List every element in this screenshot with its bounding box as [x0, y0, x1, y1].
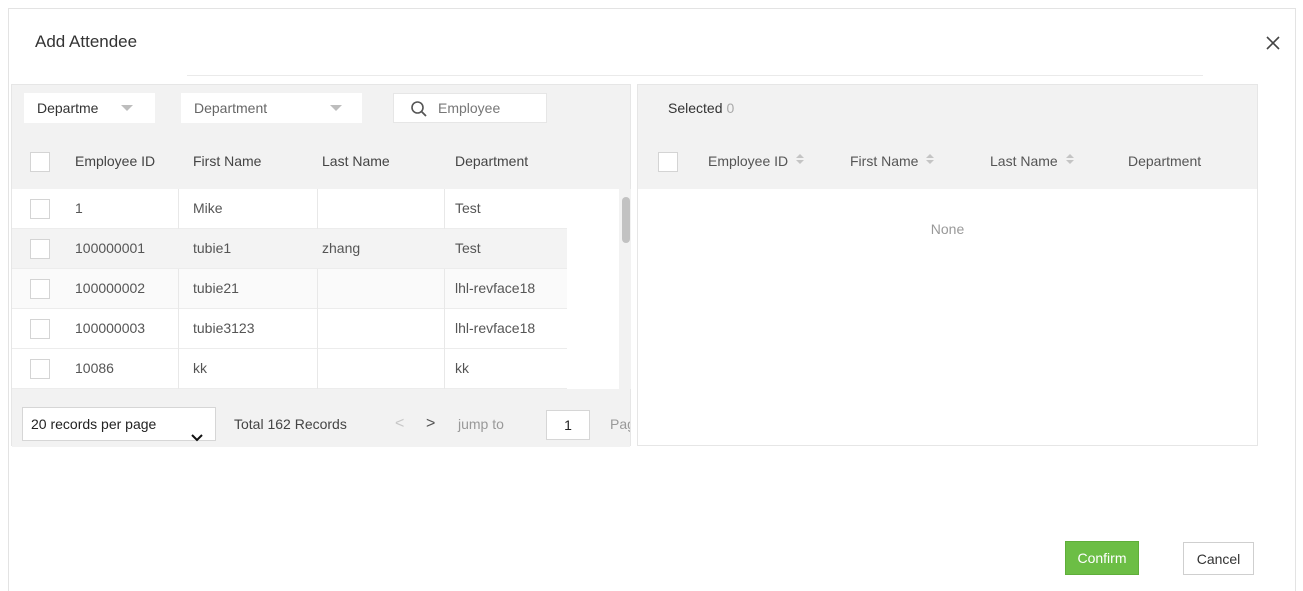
table-body-filler [567, 189, 619, 389]
dialog-title: Add Attendee [35, 32, 138, 51]
department-select-value: Department [194, 100, 268, 116]
employee-list-panel: Departme Department Employee ID First Na… [11, 84, 631, 447]
sort-icon[interactable] [1065, 154, 1074, 166]
header-first-name[interactable]: First Name [193, 153, 261, 169]
cell-department: lhl-revface18 [455, 320, 536, 336]
header-last-name[interactable]: Last Name [322, 153, 390, 169]
employee-table: Employee ID First Name Last Name Departm… [12, 135, 567, 389]
table-row[interactable]: 10086 kk kk [12, 349, 567, 389]
close-icon[interactable] [1265, 35, 1281, 51]
column-divider [444, 349, 445, 389]
selected-header-bar: Selected 0 [638, 85, 1257, 135]
selected-header-first-name[interactable]: First Name [850, 153, 935, 169]
selected-employees-panel: Selected 0 Employee ID First Name Last Na… [637, 84, 1258, 446]
field-select[interactable]: Departme [24, 93, 155, 123]
next-page-button[interactable]: > [426, 415, 435, 433]
chevron-down-icon [191, 421, 203, 453]
selected-header-first-name-label: First Name [850, 153, 919, 169]
employee-search [393, 93, 547, 123]
cell-department: Test [455, 240, 481, 256]
page-label: Page [610, 416, 630, 432]
column-divider [317, 309, 318, 349]
table-row[interactable]: 100000001 tubie1 zhang Test [12, 229, 567, 269]
column-divider [444, 189, 445, 229]
selected-header-employee-id[interactable]: Employee ID [708, 153, 805, 169]
selected-table-header: Employee ID First Name Last Name Departm… [638, 135, 1257, 189]
pagination-bar: 20 records per page Total 162 Records < … [12, 389, 630, 447]
jump-to-label: jump to [458, 416, 504, 432]
selected-header-employee-id-label: Employee ID [708, 153, 789, 169]
row-checkbox[interactable] [30, 359, 50, 379]
header-employee-id[interactable]: Employee ID [75, 153, 155, 169]
column-divider [444, 309, 445, 349]
scrollbar-thumb[interactable] [622, 197, 630, 243]
cell-department: Test [455, 200, 481, 216]
cell-employee-id: 100000002 [75, 280, 146, 296]
sort-icon[interactable] [796, 154, 805, 166]
selected-header-department[interactable]: Department [1128, 153, 1201, 169]
column-divider [178, 349, 179, 389]
column-divider [317, 189, 318, 229]
select-all-checkbox[interactable] [30, 152, 50, 172]
title-divider [187, 75, 1203, 76]
confirm-button[interactable]: Confirm [1065, 541, 1139, 575]
column-divider [178, 309, 179, 349]
cell-first-name: Mike [193, 200, 223, 216]
select-all-selected-checkbox[interactable] [658, 152, 678, 172]
cell-first-name: tubie21 [193, 280, 239, 296]
prev-page-button[interactable]: < [395, 415, 404, 433]
column-divider [178, 269, 179, 309]
filter-bar: Departme Department [12, 85, 630, 135]
selected-label: Selected [668, 100, 723, 116]
empty-state-text: None [930, 221, 965, 237]
field-select-value: Departme [37, 100, 99, 116]
table-row[interactable]: 1 Mike Test [12, 189, 567, 229]
column-divider [317, 349, 318, 389]
total-records: Total 162 Records [234, 416, 347, 432]
cell-employee-id: 10086 [75, 360, 114, 376]
cell-employee-id: 100000001 [75, 240, 146, 256]
column-divider [178, 189, 179, 229]
search-input[interactable] [438, 98, 538, 118]
table-row[interactable]: 100000002 tubie21 lhl-revface18 [12, 269, 567, 309]
sort-icon[interactable] [926, 154, 935, 166]
table-header: Employee ID First Name Last Name Departm… [12, 135, 567, 189]
row-checkbox[interactable] [30, 319, 50, 339]
table-row[interactable]: 100000003 tubie3123 lhl-revface18 [12, 309, 567, 349]
cell-employee-id: 100000003 [75, 320, 146, 336]
column-divider [444, 269, 445, 309]
table-scrollbar[interactable] [619, 189, 631, 389]
selected-header-last-name[interactable]: Last Name [990, 153, 1074, 169]
department-select[interactable]: Department [181, 93, 362, 123]
dropdown-arrow-icon [330, 105, 342, 111]
dropdown-arrow-icon [121, 105, 133, 111]
selected-summary: Selected 0 [668, 100, 734, 116]
cell-employee-id: 1 [75, 200, 83, 216]
cell-first-name: kk [193, 360, 207, 376]
selected-header-last-name-label: Last Name [990, 153, 1058, 169]
cell-first-name: tubie3123 [193, 320, 255, 336]
cell-department: kk [455, 360, 469, 376]
cell-first-name: tubie1 [193, 240, 232, 256]
row-checkbox[interactable] [30, 199, 50, 219]
cell-department: lhl-revface18 [455, 280, 536, 296]
jump-to-page-input[interactable] [546, 410, 590, 440]
cell-last-name: zhang [322, 240, 361, 256]
selected-count: 0 [726, 100, 735, 116]
records-per-page-value: 20 records per page [31, 416, 157, 432]
row-checkbox[interactable] [30, 279, 50, 299]
header-department[interactable]: Department [455, 153, 528, 169]
cancel-button[interactable]: Cancel [1183, 542, 1254, 575]
row-checkbox[interactable] [30, 239, 50, 259]
records-per-page-select[interactable]: 20 records per page [22, 407, 216, 442]
column-divider [317, 269, 318, 309]
search-icon[interactable] [410, 100, 428, 121]
